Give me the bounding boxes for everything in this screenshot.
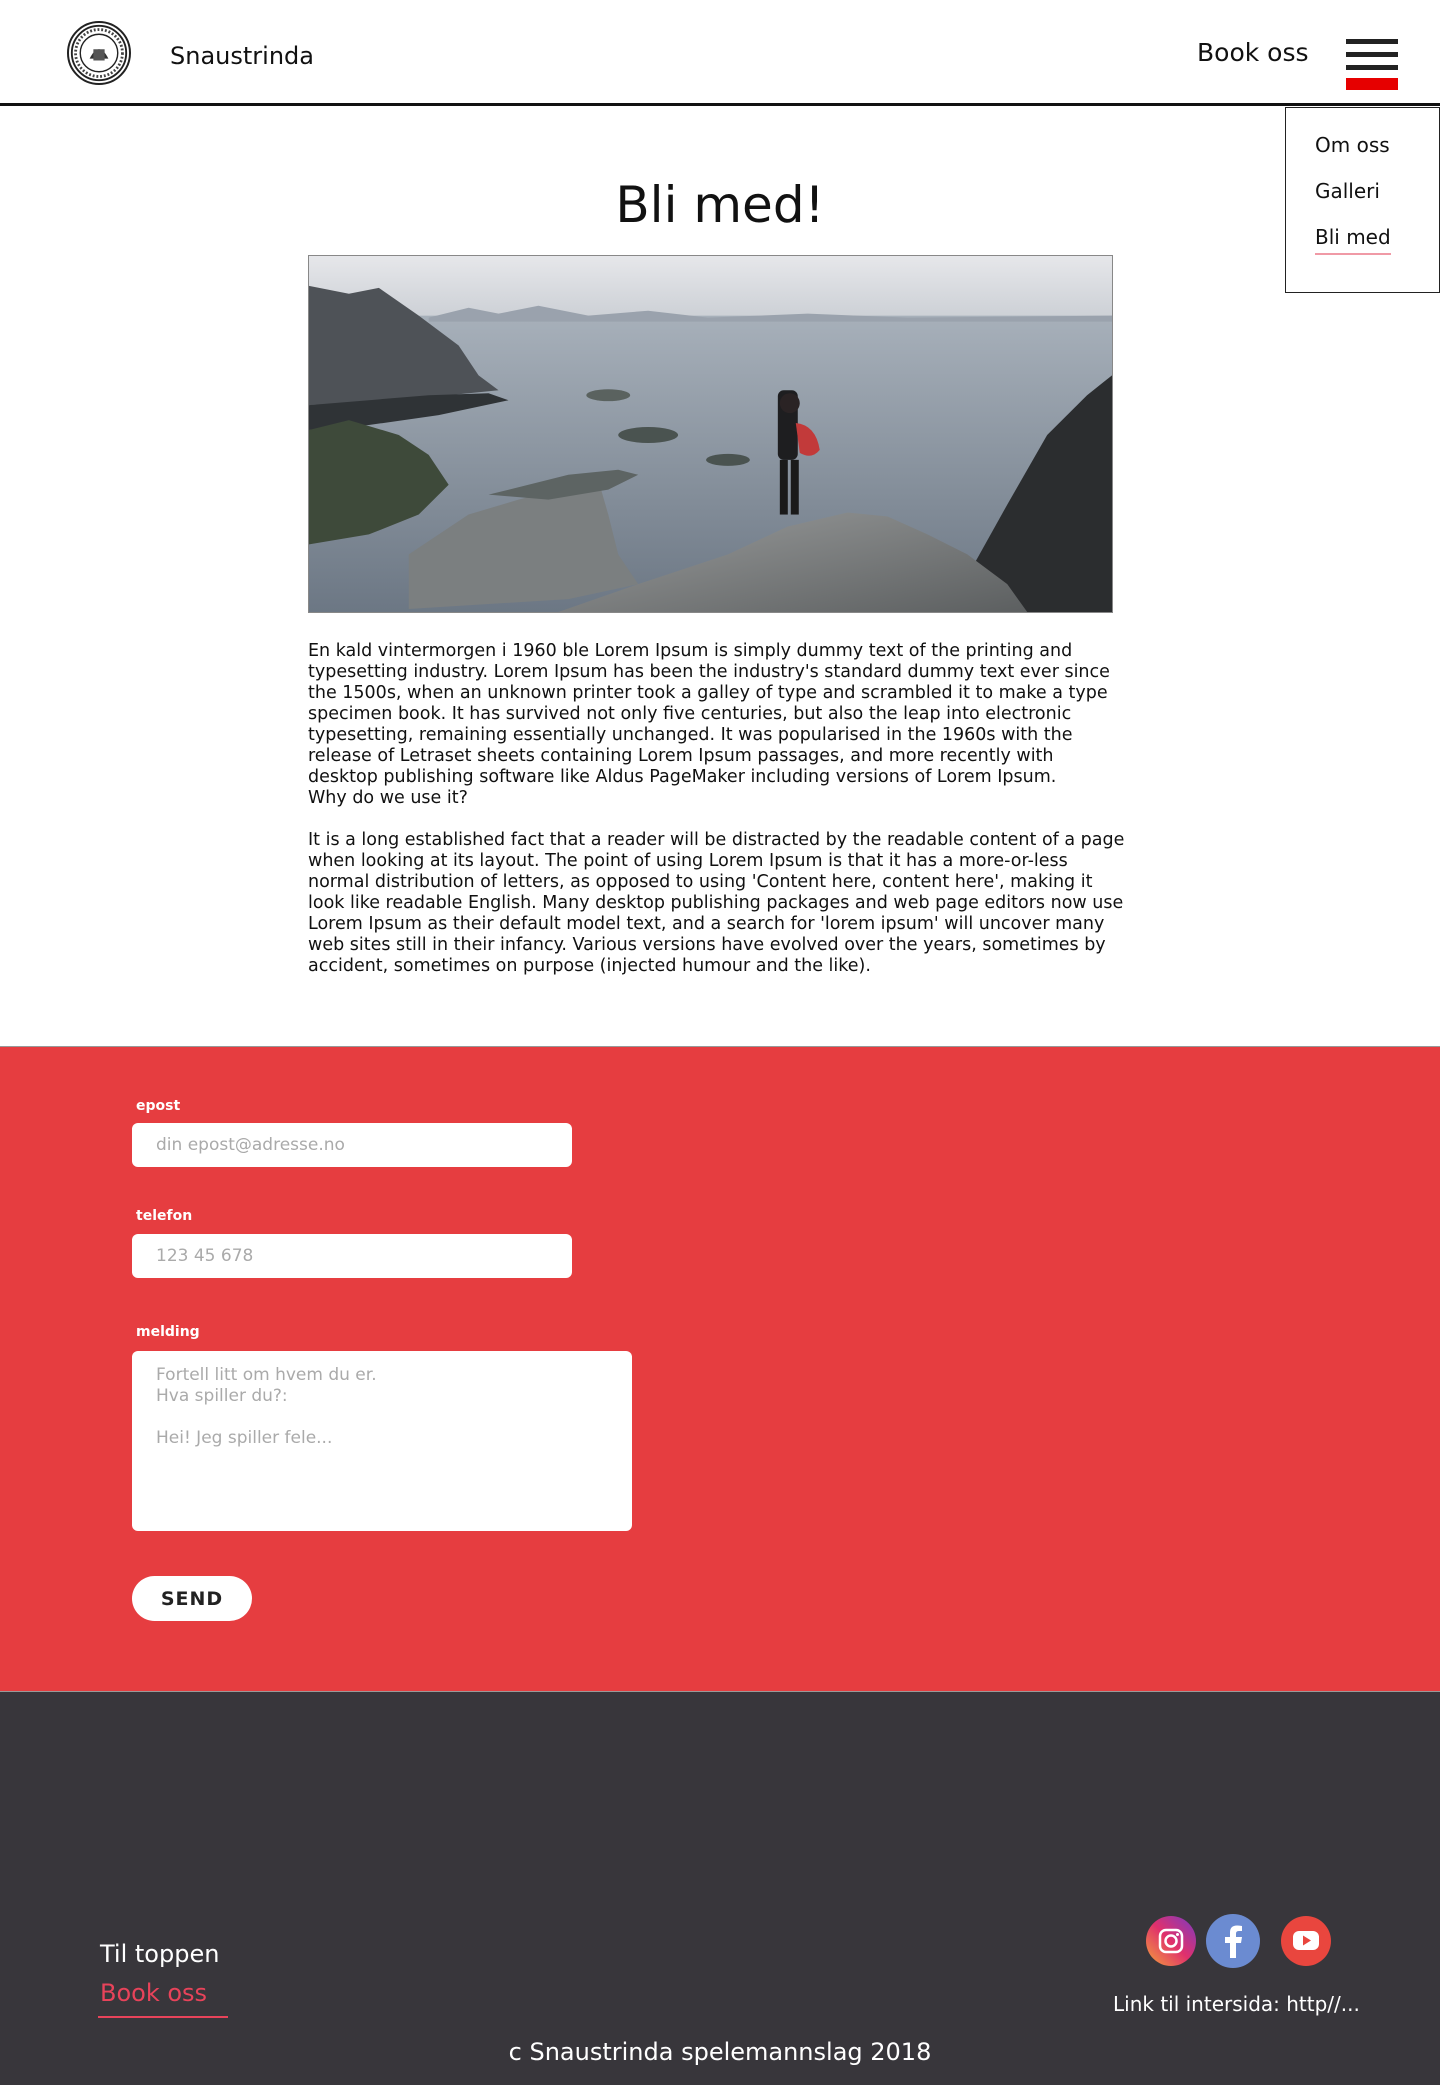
intro-paragraph: En kald vintermorgen i 1960 ble Lorem Ip… [308, 641, 1110, 787]
contact-form: epost telefon melding SEND [0, 1046, 1440, 1692]
hamburger-icon[interactable] [1346, 36, 1398, 90]
message-label: melding [136, 1324, 200, 1340]
book-link[interactable]: Book oss [1197, 38, 1309, 67]
body-text: En kald vintermorgen i 1960 ble Lorem Ip… [308, 641, 1128, 977]
site-footer: Til toppen Book oss Link til intersida: … [0, 1692, 1440, 2085]
external-link-text[interactable]: Link til intersida: http//... [1113, 1992, 1360, 2016]
question-heading: Why do we use it? [308, 788, 468, 808]
footer-book-link[interactable]: Book oss [100, 1979, 207, 2015]
site-header: Snaustrinda Book oss [0, 0, 1440, 106]
logo-icon[interactable] [67, 21, 131, 85]
copyright-text: c Snaustrinda spelemannslag 2018 [508, 2038, 932, 2066]
second-paragraph: It is a long established fact that a rea… [308, 830, 1125, 976]
youtube-icon[interactable] [1281, 1916, 1331, 1966]
send-button[interactable]: SEND [132, 1576, 252, 1621]
facebook-icon[interactable] [1206, 1914, 1260, 1968]
to-top-link[interactable]: Til toppen [100, 1940, 219, 1968]
message-field[interactable] [132, 1351, 632, 1531]
instagram-icon[interactable] [1146, 1916, 1196, 1966]
email-label: epost [136, 1098, 181, 1114]
email-field[interactable] [132, 1123, 572, 1167]
menu-item-om-oss[interactable]: Om oss [1315, 133, 1390, 157]
hero-image [308, 255, 1113, 613]
footer-book-underline [98, 2016, 228, 2018]
phone-field[interactable] [132, 1234, 572, 1278]
page-title: Bli med! [615, 176, 825, 234]
brand-name[interactable]: Snaustrinda [170, 42, 314, 70]
phone-label: telefon [136, 1208, 193, 1224]
